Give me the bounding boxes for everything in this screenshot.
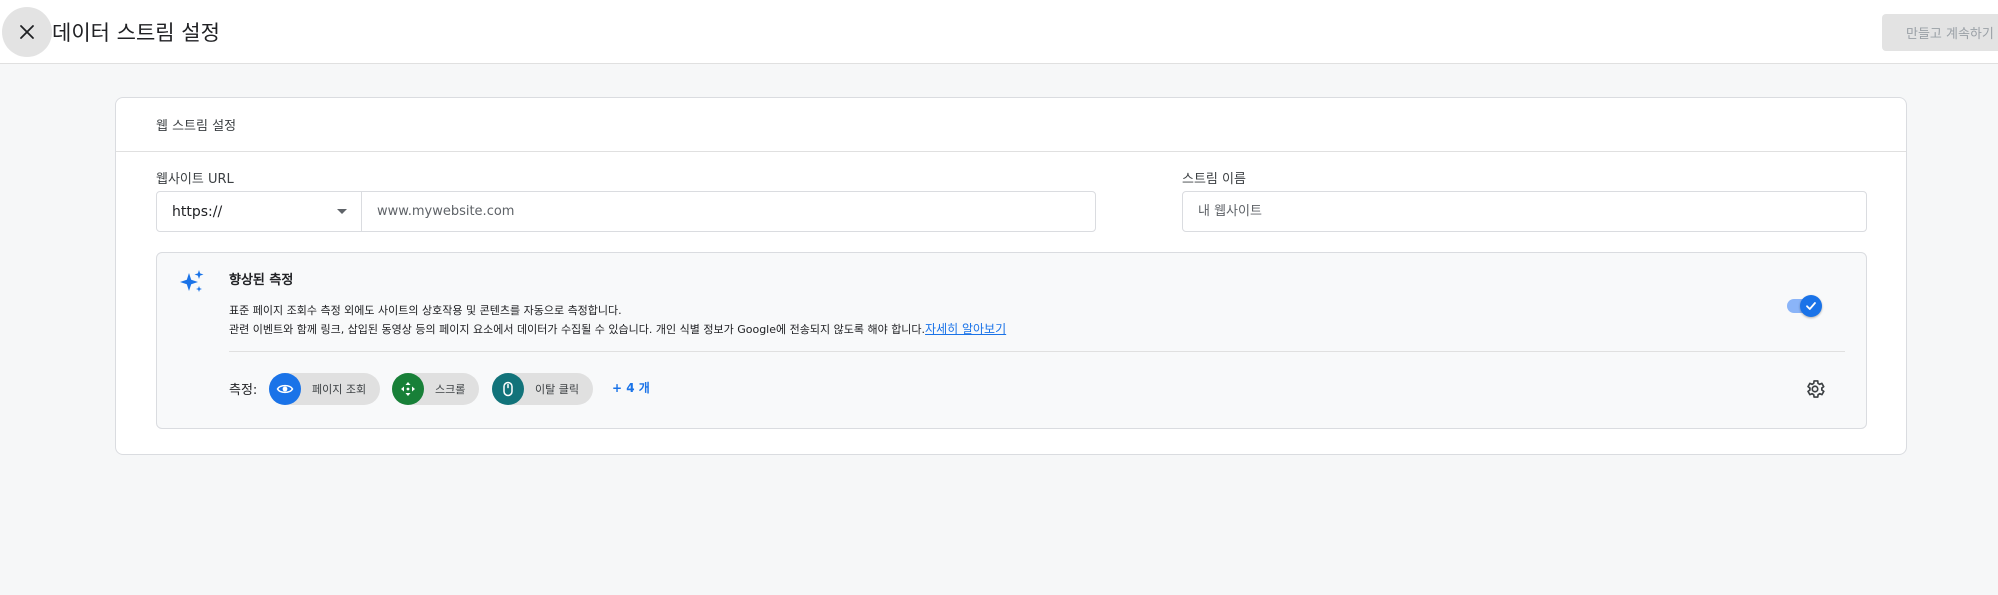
scroll-icon bbox=[392, 373, 424, 405]
toggle-knob bbox=[1800, 295, 1822, 317]
protocol-value: https:// bbox=[172, 203, 223, 220]
chip-label: 페이지 조회 bbox=[312, 383, 367, 396]
chip-scroll: 스크롤 bbox=[392, 373, 480, 405]
chip-label: 이탈 클릭 bbox=[535, 383, 579, 396]
gear-icon bbox=[1807, 380, 1825, 398]
chip-page-views: 페이지 조회 bbox=[269, 373, 381, 405]
close-icon bbox=[20, 25, 34, 39]
stream-name-input[interactable] bbox=[1182, 191, 1867, 232]
settings-button[interactable] bbox=[1803, 377, 1827, 401]
learn-more-link[interactable]: 자세히 알아보기 bbox=[925, 322, 1006, 336]
web-stream-card: 웹 스트림 설정 웹사이트 URL https:// 스트림 이름 향상된 측정… bbox=[115, 97, 1907, 455]
protocol-select[interactable]: https:// bbox=[156, 191, 362, 232]
close-button[interactable] bbox=[2, 7, 52, 57]
enhanced-measurement-description: 표준 페이지 조회수 측정 외에도 사이트의 상호작용 및 콘텐츠를 자동으로 … bbox=[229, 304, 622, 317]
page-title: 데이터 스트림 설정 bbox=[52, 21, 220, 45]
measurements-label: 측정: bbox=[229, 383, 258, 398]
enhanced-measurement-panel: 향상된 측정 표준 페이지 조회수 측정 외에도 사이트의 상호작용 및 콘텐츠… bbox=[156, 252, 1867, 429]
enhanced-measurement-title: 향상된 측정 bbox=[229, 273, 294, 288]
chip-outbound-clicks: 이탈 클릭 bbox=[492, 373, 593, 405]
dropdown-arrow-icon bbox=[337, 209, 347, 214]
enhanced-measurement-note-text: 관련 이벤트와 함께 링크, 삽입된 동영상 등의 페이지 요소에서 데이터가 … bbox=[229, 323, 926, 336]
sparkle-icon bbox=[180, 270, 204, 292]
enhanced-measurement-toggle[interactable] bbox=[1785, 294, 1823, 318]
create-and-continue-button[interactable]: 만들고 계속하기 bbox=[1882, 14, 1998, 51]
mouse-icon bbox=[492, 373, 524, 405]
stream-name-label: 스트림 이름 bbox=[1182, 172, 1246, 187]
website-url-label: 웹사이트 URL bbox=[156, 172, 234, 187]
chip-label: 스크롤 bbox=[435, 383, 466, 396]
eye-icon bbox=[269, 373, 301, 405]
checkmark-icon bbox=[1806, 302, 1816, 310]
more-measurements-link[interactable]: + 4 개 bbox=[612, 379, 650, 396]
website-url-input[interactable] bbox=[361, 191, 1096, 232]
card-title: 웹 스트림 설정 bbox=[156, 119, 237, 134]
top-app-bar: 데이터 스트림 설정 만들고 계속하기 bbox=[0, 0, 1998, 64]
enhanced-measurement-note: 관련 이벤트와 함께 링크, 삽입된 동영상 등의 페이지 요소에서 데이터가 … bbox=[229, 320, 1006, 337]
divider bbox=[229, 351, 1845, 352]
card-header: 웹 스트림 설정 bbox=[116, 98, 1906, 152]
